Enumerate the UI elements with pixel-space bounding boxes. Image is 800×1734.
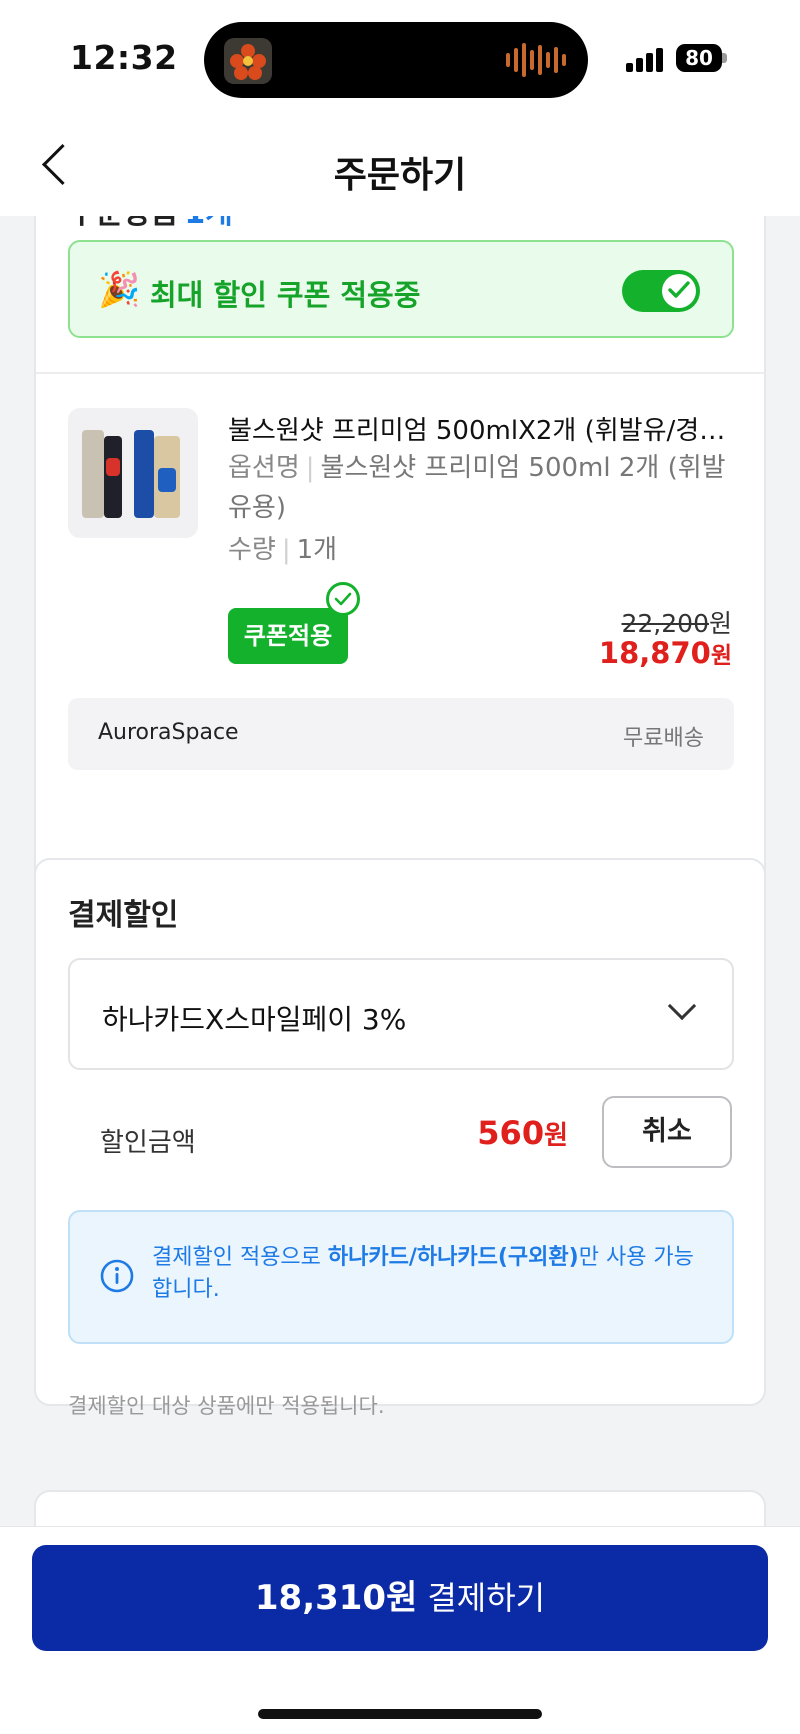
check-icon: [334, 592, 352, 606]
discount-option-select[interactable]: 하나카드X스마일페이 3%: [68, 958, 734, 1070]
page-title: 주문하기: [333, 155, 467, 196]
option-label: 옵션명: [228, 453, 300, 483]
shipping-info: 무료배송: [623, 726, 704, 751]
notice-text: 결제할인 적용으로 하나카드/하나카드(구외환)만 사용 가능합니다.: [152, 1242, 712, 1306]
selected-discount-option: 하나카드X스마일페이 3%: [102, 1003, 407, 1036]
product-thumbnail[interactable]: [68, 408, 198, 538]
nav-bar: 주문하기: [0, 118, 800, 216]
payment-discount-title: 결제할인: [68, 898, 179, 933]
discount-amount-currency: 원: [544, 1121, 568, 1151]
seller-shipping-box: AuroraSpace 무료배송: [68, 698, 734, 770]
product-option-row: 옵션명 | 불스원샷 프리미엄 500ml 2개 (휘발유용): [228, 453, 726, 523]
sale-price-value: 18,870: [598, 636, 711, 670]
max-coupon-banner: 🎉 최대 할인 쿠폰 적용중: [68, 240, 734, 338]
order-section-title: 주문상품: [68, 216, 178, 231]
cellular-signal-icon: [626, 46, 666, 72]
info-icon: [100, 1259, 134, 1293]
now-playing-app-icon: [224, 38, 272, 84]
toggle-knob: [662, 274, 696, 308]
seller-name: AuroraSpace: [98, 720, 239, 745]
product-quantity-row: 수량 | 1개: [228, 535, 338, 565]
cancel-discount-button[interactable]: 취소: [602, 1096, 732, 1168]
status-time: 12:32: [70, 38, 178, 77]
notice-text-prefix: 결제할인 적용으로: [152, 1245, 328, 1270]
scroll-content[interactable]: 주문상품 1개 🎉 최대 할인 쿠폰 적용중 불스원샷 프리미엄 500mlX2개…: [0, 216, 800, 1526]
sale-price: 18,870원: [599, 636, 732, 670]
audio-waveform-icon: [506, 42, 566, 78]
coupon-applied-badge[interactable]: 쿠폰적용: [228, 608, 348, 664]
bottom-bar: 18,310원 결제하기: [0, 1526, 800, 1734]
battery-icon: 80: [676, 44, 722, 72]
order-item-count: 1개: [184, 216, 232, 231]
battery-cap: [722, 53, 727, 63]
home-indicator[interactable]: [258, 1709, 542, 1719]
quantity-label: 수량: [228, 535, 276, 565]
coupon-banner-text: 최대 할인 쿠폰 적용중: [150, 278, 421, 312]
check-icon: [668, 281, 690, 298]
option-value: 불스원샷 프리미엄 500ml 2개 (휘발유용): [228, 453, 726, 523]
discount-amount: 560원: [477, 1114, 568, 1152]
card-restriction-notice: 결제할인 적용으로 하나카드/하나카드(구외환)만 사용 가능합니다.: [68, 1210, 734, 1344]
chevron-down-icon: [667, 991, 697, 1021]
product-name[interactable]: 불스원샷 프리미엄 500mlX2개 (휘발유/경…: [228, 410, 738, 447]
notice-text-cards: 하나카드/하나카드(구외환): [327, 1245, 579, 1270]
coupon-toggle[interactable]: [622, 270, 700, 312]
original-price: 22,200원: [622, 604, 733, 640]
discount-amount-label: 할인금액: [100, 1128, 196, 1158]
divider: [36, 372, 766, 374]
payment-discount-card: 결제할인 하나카드X스마일페이 3% 할인금액 560원 취소 결제할인 적용으…: [34, 858, 766, 1418]
next-section-card: [34, 1490, 766, 1526]
party-popper-icon: 🎉: [98, 270, 141, 310]
dynamic-island: [204, 22, 588, 98]
status-bar: 12:32 80: [0, 0, 800, 118]
coupon-check-icon: [326, 582, 360, 616]
quantity-value: 1개: [296, 535, 338, 565]
original-price-value: 22,200: [621, 609, 709, 638]
sale-price-currency: 원: [710, 643, 732, 669]
discount-amount-value: 560: [477, 1114, 545, 1152]
discount-footnote: 결제할인 대상 상품에만 적용됩니다.: [68, 1394, 385, 1418]
pay-amount: 18,310원: [254, 1578, 418, 1618]
pay-label: 결제하기: [427, 1579, 546, 1617]
order-section-heading: 주문상품 1개: [68, 216, 233, 232]
original-price-currency: 원: [708, 609, 732, 638]
pay-button[interactable]: 18,310원 결제하기: [32, 1545, 768, 1651]
